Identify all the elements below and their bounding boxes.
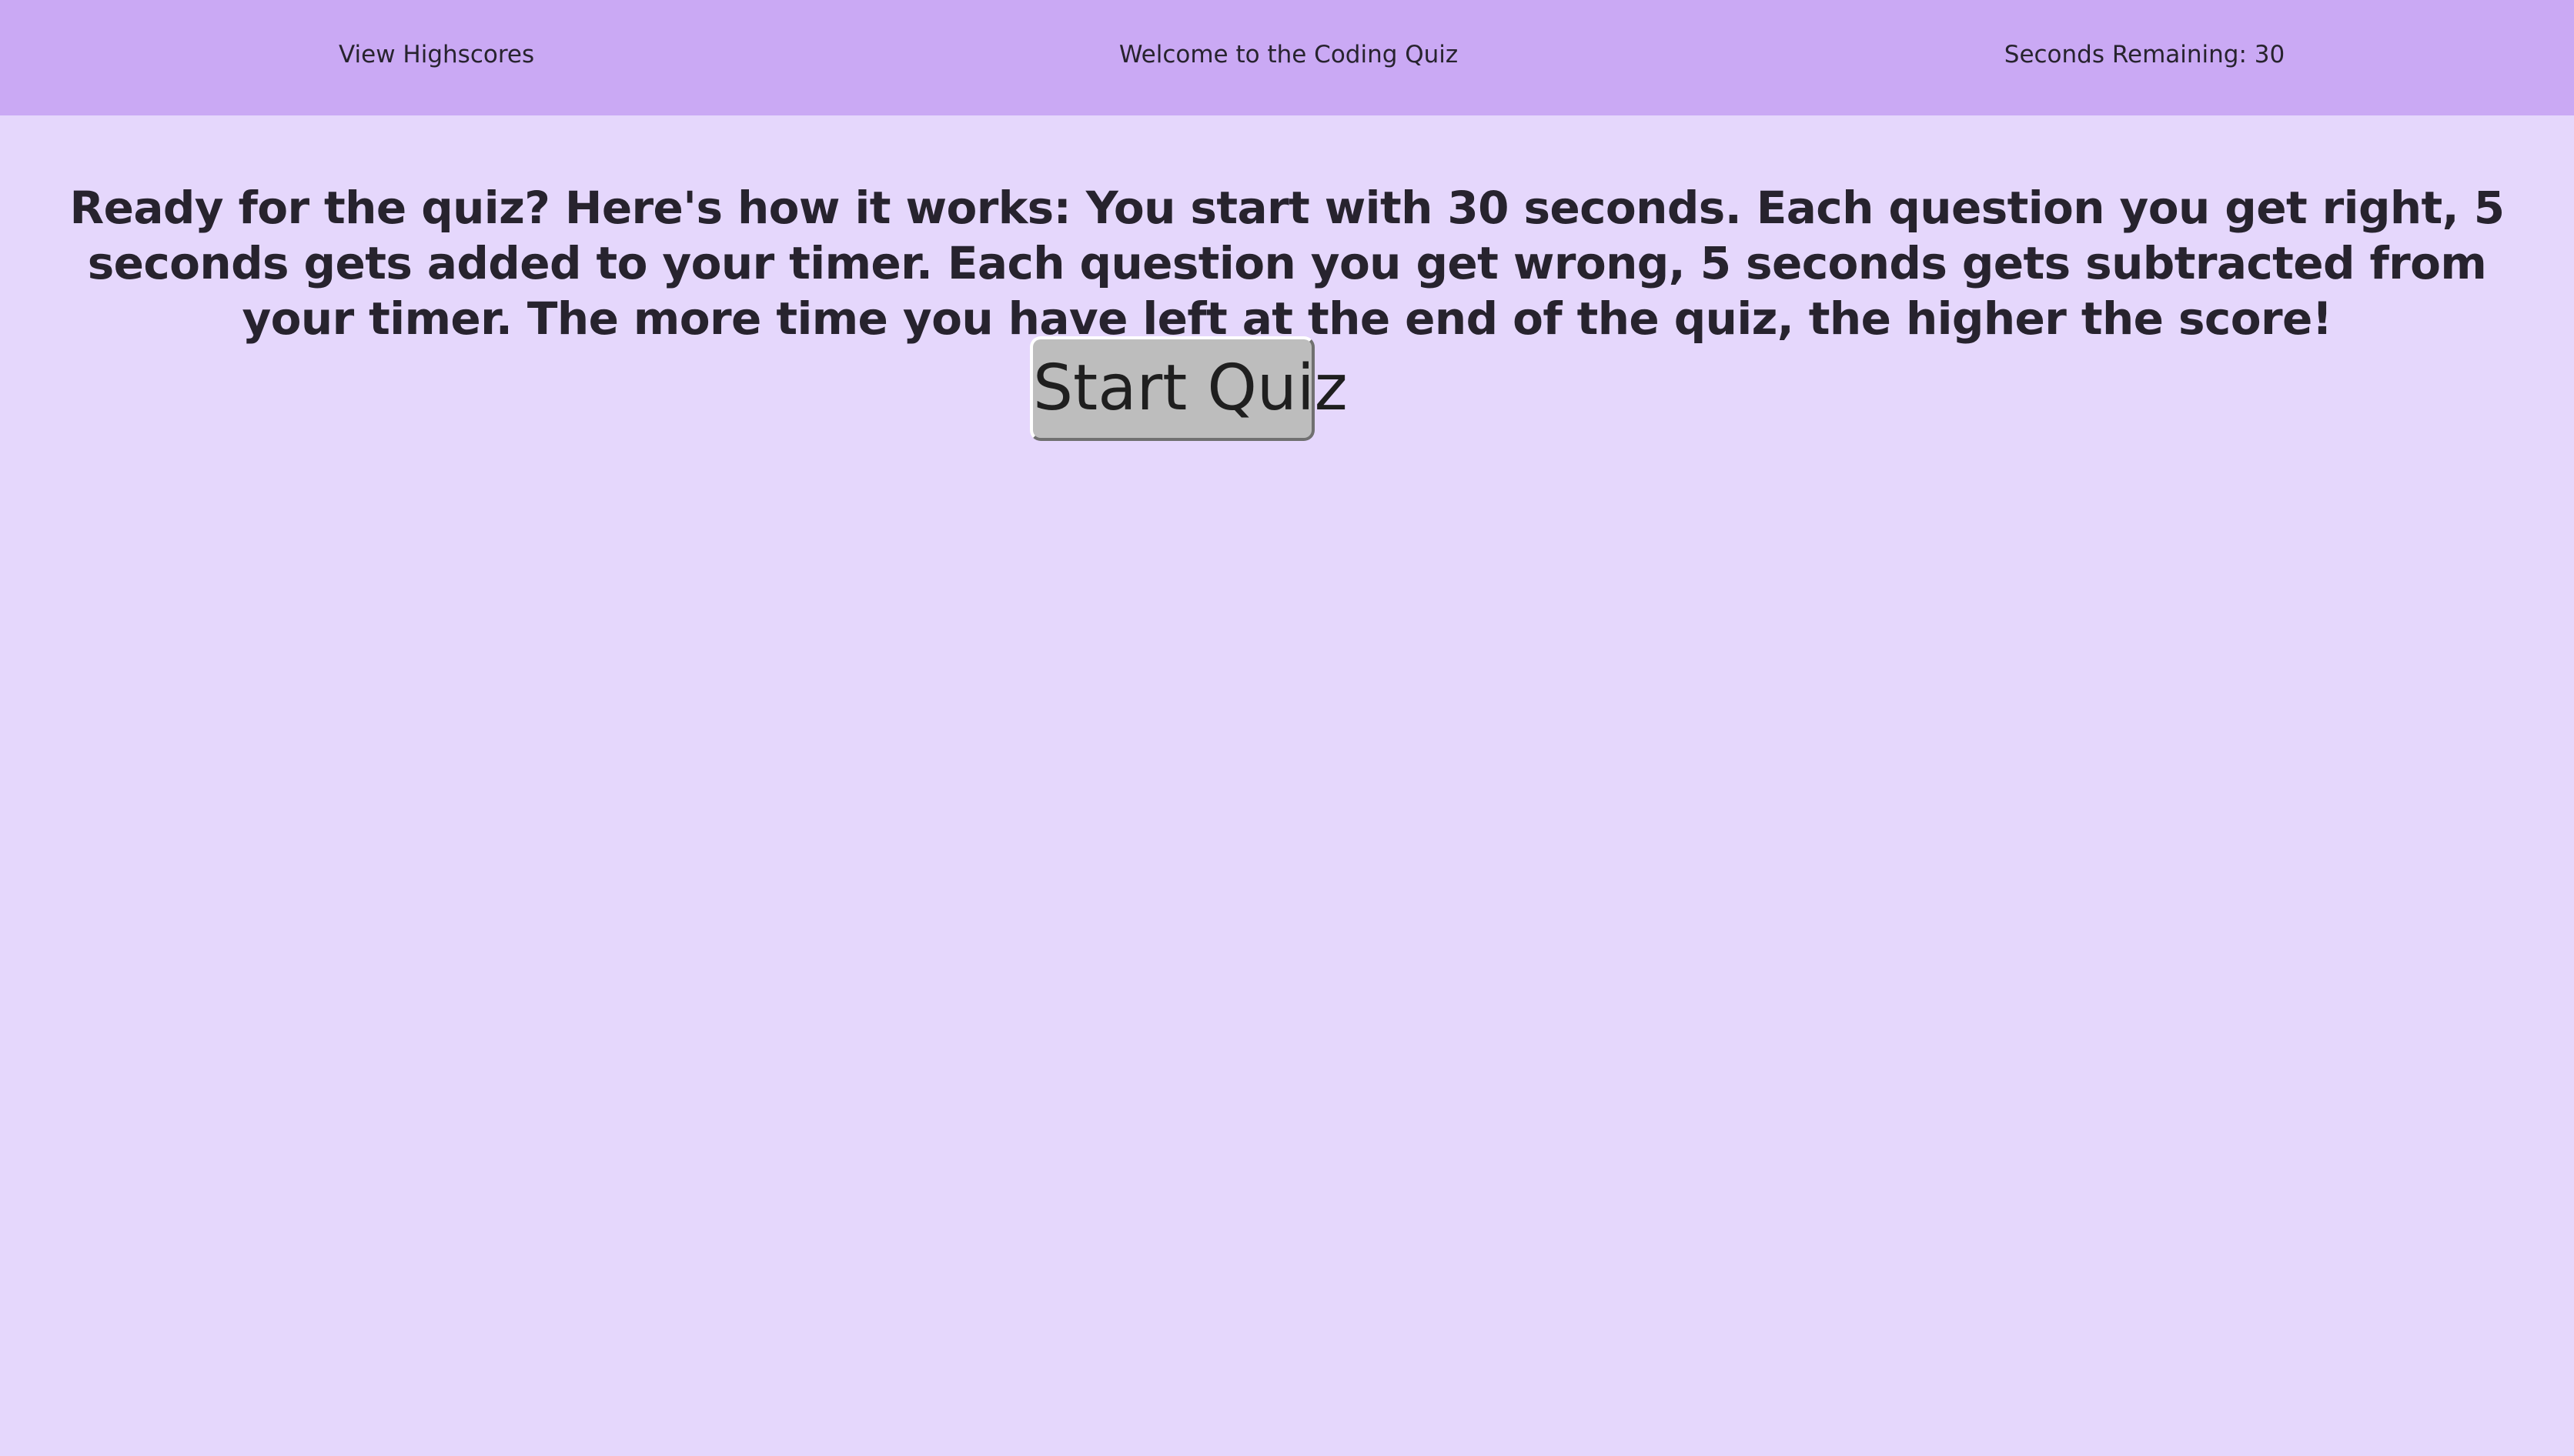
page-title: Welcome to the Coding Quiz (1118, 41, 1459, 68)
quiz-instructions: Ready for the quiz? Here's how it works:… (69, 182, 2505, 346)
start-quiz-button[interactable]: Start Quiz (1030, 336, 1348, 441)
view-highscores-link[interactable]: View Highscores (339, 0, 534, 109)
timer-display: Seconds Remaining: 30 (2004, 41, 2285, 68)
top-header-bar: View Highscores Welcome to the Coding Qu… (0, 0, 2574, 115)
